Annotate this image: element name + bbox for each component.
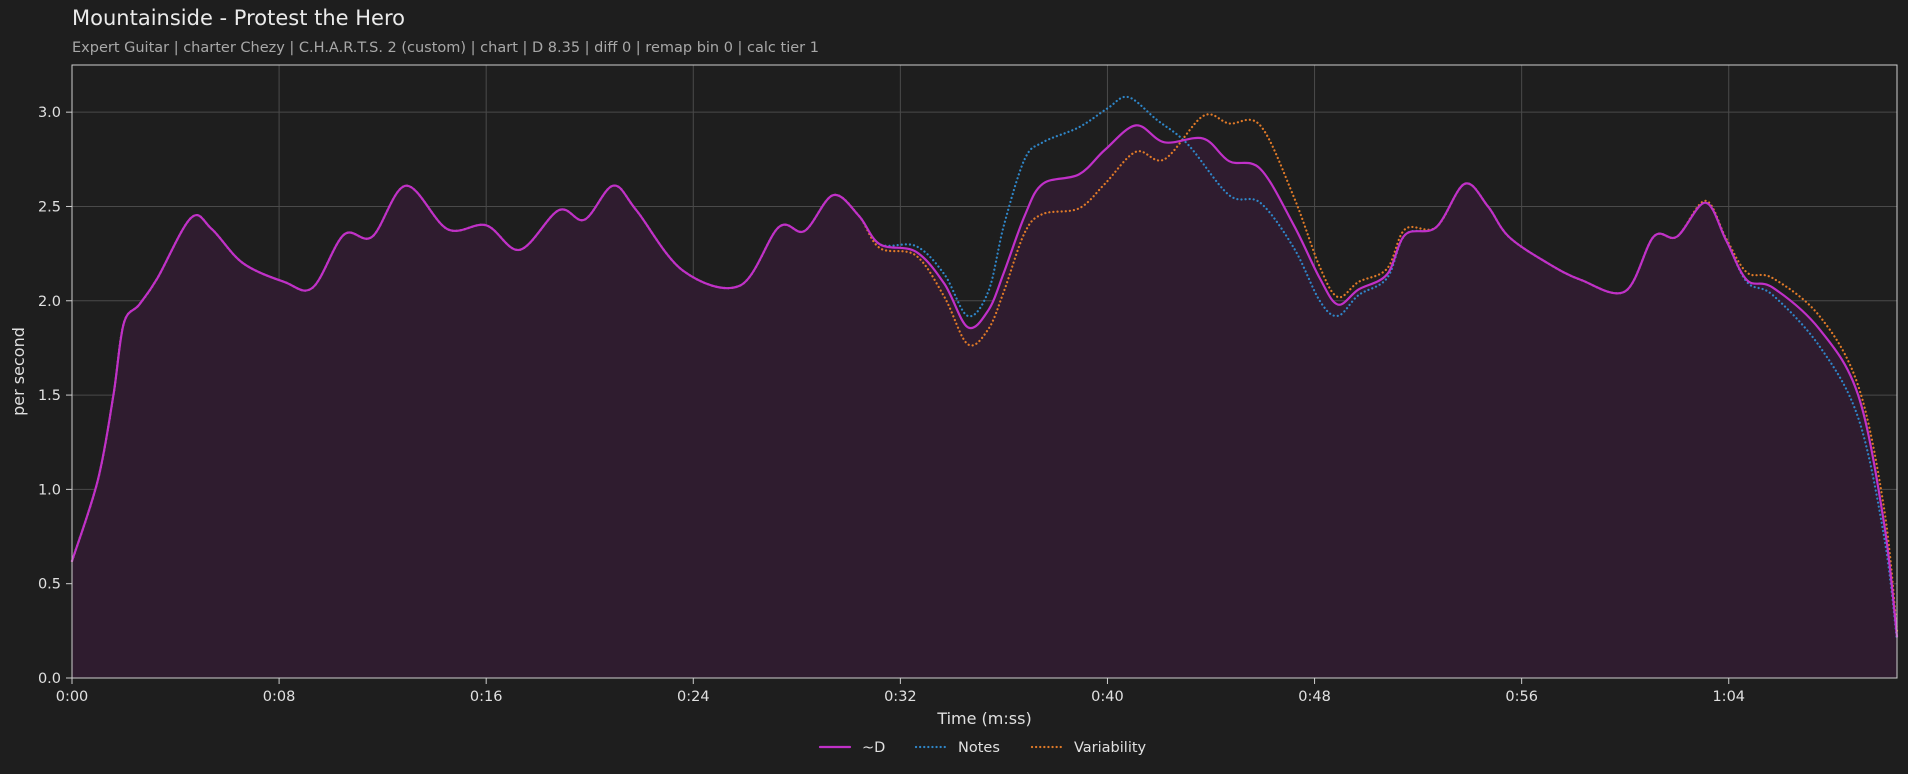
x-axis-label: Time (m:ss) (936, 709, 1031, 728)
legend-label-notes: Notes (958, 740, 1000, 756)
x-tick-label: 1:04 (1712, 689, 1745, 705)
x-tick-label: 0:24 (677, 689, 710, 705)
x-axis-ticks: 0:00 0:08 0:16 0:24 0:32 0:40 0:48 0:56 1:04 (56, 678, 1745, 705)
x-tick-label: 0:00 (56, 689, 89, 705)
x-tick-label: 0:16 (470, 689, 503, 705)
chart-svg: 0:00 0:08 0:16 0:24 0:32 0:40 0:48 0:56 1:04 0.0… (9, 64, 1899, 756)
x-tick-label: 0:32 (884, 689, 917, 705)
y-tick-label: 1.0 (38, 482, 61, 498)
x-tick-label: 0:48 (1298, 689, 1331, 705)
legend-label-d: ~D (862, 740, 885, 756)
y-tick-label: 1.5 (38, 388, 61, 404)
y-axis-ticks: 0.0 0.5 1.0 1.5 2.0 2.5 3.0 (38, 105, 72, 687)
y-tick-label: 3.0 (38, 105, 61, 121)
y-axis-label: per second (9, 327, 28, 416)
legend: ~D Notes Variability (818, 740, 1147, 756)
legend-label-variability: Variability (1074, 740, 1147, 756)
x-tick-label: 0:40 (1091, 689, 1124, 705)
y-tick-label: 2.0 (38, 294, 61, 310)
y-tick-label: 0.5 (38, 577, 61, 593)
y-tick-label: 2.5 (38, 199, 61, 215)
x-tick-label: 0:08 (263, 689, 296, 705)
y-tick-label: 0.0 (38, 671, 61, 687)
x-tick-label: 0:56 (1505, 689, 1538, 705)
